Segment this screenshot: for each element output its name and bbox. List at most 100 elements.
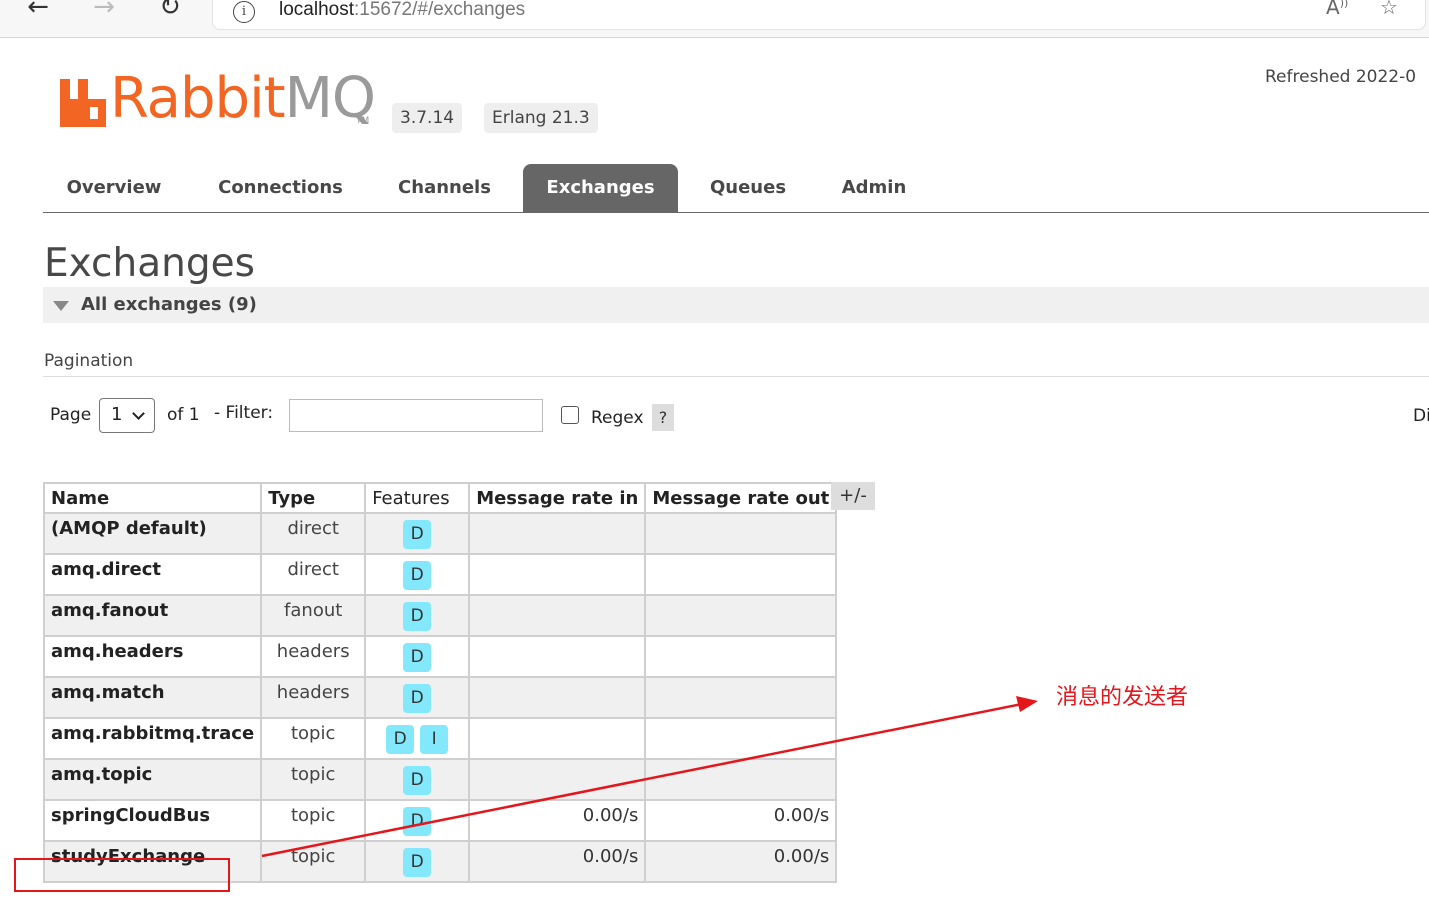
exchange-name-link[interactable]: amq.headers — [42, 635, 263, 678]
exchange-type: headers — [260, 676, 367, 719]
page-title: Exchanges — [44, 241, 255, 286]
durable-badge: D — [403, 848, 432, 877]
durable-badge: D — [403, 602, 432, 631]
tab-overview[interactable]: Overview — [43, 164, 185, 212]
page-count-label: of 1 — [167, 405, 200, 425]
regex-label: Regex — [591, 408, 644, 428]
exchange-type: topic — [260, 840, 367, 883]
regex-checkbox[interactable] — [561, 406, 579, 424]
section-label: All exchanges (9) — [81, 294, 257, 315]
filter-label: - Filter: — [214, 403, 274, 423]
exchange-type: topic — [260, 758, 367, 801]
highlight-box — [14, 858, 230, 892]
logo-trademark: TM — [356, 116, 370, 126]
exchanges-table: Name Type Features Message rate in Messa… — [42, 482, 838, 883]
exchange-features: D — [364, 840, 471, 883]
read-aloud-icon[interactable]: A)) — [1326, 0, 1348, 19]
exchange-type: headers — [260, 635, 367, 678]
message-rate-out: 0.00/s — [644, 799, 838, 842]
tab-admin[interactable]: Admin — [829, 164, 919, 212]
section-toggle-all-exchanges[interactable]: All exchanges (9) — [43, 287, 1429, 323]
message-rate-out — [644, 758, 838, 801]
table-row[interactable]: amq.topic topic D — [42, 758, 838, 801]
durable-badge: D — [403, 561, 432, 590]
info-icon[interactable]: i — [233, 1, 255, 23]
page-select[interactable]: 1 — [99, 398, 155, 433]
message-rate-in — [468, 594, 647, 637]
message-rate-out — [644, 676, 838, 719]
favorites-add-icon[interactable]: ☆ — [1380, 0, 1398, 19]
exchange-features: D — [364, 594, 471, 637]
back-arrow-icon[interactable]: ← — [21, 0, 55, 24]
display-options-label[interactable]: Di — [1413, 406, 1429, 426]
column-header-features: Features — [364, 482, 471, 514]
table-row[interactable]: amq.match headers D — [42, 676, 838, 719]
message-rate-out — [644, 594, 838, 637]
erlang-badge: Erlang 21.3 — [484, 103, 598, 133]
message-rate-in: 0.00/s — [468, 799, 647, 842]
exchange-type: direct — [260, 553, 367, 596]
column-header-name[interactable]: Name — [42, 482, 263, 514]
tab-connections[interactable]: Connections — [203, 164, 358, 212]
message-rate-in — [468, 676, 647, 719]
exchange-type: topic — [260, 799, 367, 842]
exchange-name-link[interactable]: springCloudBus — [42, 799, 263, 842]
table-row[interactable]: amq.direct direct D — [42, 553, 838, 596]
divider — [43, 376, 1429, 377]
exchange-features: D — [364, 512, 471, 555]
logo-text: RabbitMQ — [110, 66, 376, 131]
address-bar[interactable]: i localhost:15672/#/exchanges A)) ☆ — [212, 0, 1426, 30]
message-rate-out — [644, 553, 838, 596]
message-rate-out — [644, 512, 838, 555]
internal-badge: I — [420, 725, 449, 754]
message-rate-in: 0.00/s — [468, 840, 647, 883]
message-rate-in — [468, 512, 647, 555]
reload-icon[interactable]: ↻ — [153, 0, 187, 24]
message-rate-in — [468, 717, 647, 760]
pagination-heading: Pagination — [44, 351, 134, 371]
table-row[interactable]: amq.rabbitmq.trace topic D I — [42, 717, 838, 760]
message-rate-out — [644, 635, 838, 678]
rabbit-logo-icon — [60, 79, 106, 127]
browser-toolbar: ← → ↻ i localhost:15672/#/exchanges A)) … — [0, 0, 1429, 38]
exchange-features: D — [364, 676, 471, 719]
exchange-name-link[interactable]: amq.match — [42, 676, 263, 719]
tab-exchanges[interactable]: Exchanges — [523, 164, 678, 212]
message-rate-in — [468, 635, 647, 678]
message-rate-out — [644, 717, 838, 760]
main-tabs: Overview Connections Channels Exchanges … — [43, 164, 1429, 213]
exchange-type: topic — [260, 717, 367, 760]
column-header-rate-out: Message rate out — [644, 482, 838, 514]
column-toggle-button[interactable]: +/- — [831, 482, 875, 510]
exchange-name-link[interactable]: (AMQP default) — [42, 512, 263, 555]
exchange-features: D — [364, 758, 471, 801]
regex-help-button[interactable]: ? — [652, 404, 674, 431]
page-select-value: 1 — [111, 404, 123, 425]
exchange-name-link[interactable]: amq.rabbitmq.trace — [42, 717, 263, 760]
tab-queues[interactable]: Queues — [699, 164, 797, 212]
page-label: Page — [50, 405, 92, 425]
column-header-type[interactable]: Type — [260, 482, 367, 514]
exchange-name-link[interactable]: amq.topic — [42, 758, 263, 801]
table-row[interactable]: springCloudBus topic D 0.00/s 0.00/s — [42, 799, 838, 842]
annotation-label: 消息的发送者 — [1056, 685, 1189, 710]
table-row[interactable]: (AMQP default) direct D — [42, 512, 838, 555]
message-rate-in — [468, 758, 647, 801]
exchange-name-link[interactable]: amq.fanout — [42, 594, 263, 637]
forward-arrow-icon[interactable]: → — [87, 0, 121, 24]
exchange-type: fanout — [260, 594, 367, 637]
exchange-name-link[interactable]: amq.direct — [42, 553, 263, 596]
durable-badge: D — [403, 807, 432, 836]
url-text[interactable]: localhost:15672/#/exchanges — [279, 0, 525, 21]
tab-channels[interactable]: Channels — [383, 164, 506, 212]
durable-badge: D — [403, 766, 432, 795]
column-header-rate-in: Message rate in — [468, 482, 647, 514]
version-badge: 3.7.14 — [392, 103, 463, 133]
exchange-features: D — [364, 799, 471, 842]
table-row[interactable]: amq.fanout fanout D — [42, 594, 838, 637]
exchange-features: D — [364, 635, 471, 678]
chevron-down-icon — [132, 407, 145, 420]
table-row[interactable]: amq.headers headers D — [42, 635, 838, 678]
filter-input[interactable] — [289, 399, 543, 432]
refreshed-timestamp[interactable]: Refreshed 2022-0 — [1265, 67, 1416, 87]
